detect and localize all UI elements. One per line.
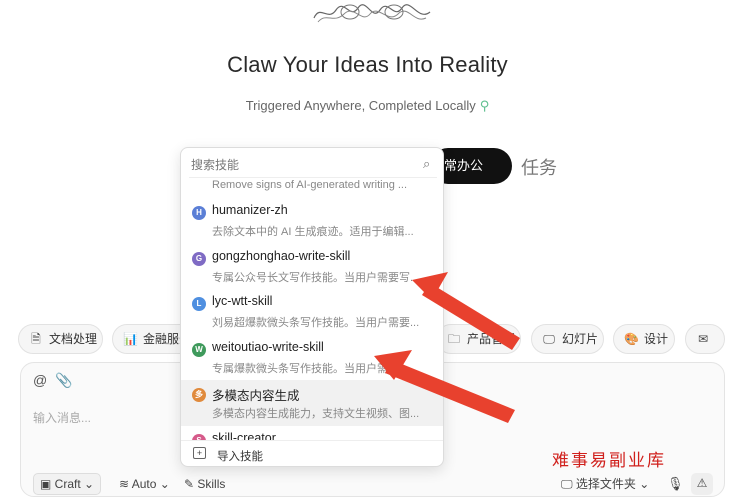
skill-name: weitoutiao-write-skill (212, 340, 324, 354)
folder-label: 选择文件夹 (575, 477, 636, 491)
skill-picker-dropdown: ⌕ Remove signs of AI-generated writing .… (180, 147, 444, 467)
skill-item[interactable]: Llyc-wtt-skill 刘易超爆款微头条写作技能。当用户需要... (181, 289, 443, 335)
skill-desc: 去除文本中的 AI 生成痕迹。适用于编辑... (212, 226, 414, 238)
auto-selector[interactable]: ≋ Auto ⌄ (119, 474, 170, 494)
chip-product[interactable]: 🗀 产品管理 (436, 324, 521, 354)
skill-name: humanizer-zh (212, 203, 288, 217)
chip-design[interactable]: 🎨 设计 (613, 324, 675, 354)
skills-label: Skills (197, 477, 226, 491)
skill-item[interactable]: Hhumanizer-zh 去除文本中的 AI 生成痕迹。适用于编辑... (181, 198, 443, 244)
chip-label: 幻灯片 (562, 332, 599, 346)
import-skill-button[interactable]: + 导入技能 (181, 440, 443, 466)
palette-icon: 🎨 (624, 332, 639, 346)
chart-icon: 📊 (123, 332, 138, 346)
skill-name: skill-creator (212, 431, 276, 440)
chip-mail[interactable]: ✉邮 (685, 324, 725, 354)
chip-document[interactable]: 🗎 文档处理 (18, 324, 103, 354)
mail-icon: ✉ (697, 332, 709, 346)
mode-task[interactable]: 任务 (521, 154, 557, 180)
chip-label: 设计 (644, 332, 669, 346)
chevron-down-icon: ⌄ (80, 477, 95, 491)
select-folder-button[interactable]: 🖵 选择文件夹 ⌄ (561, 474, 649, 494)
chevron-down-icon: ⌄ (156, 477, 170, 491)
warning-icon[interactable]: ⚠ (691, 473, 713, 495)
document-icon: 🗎 (31, 332, 41, 346)
skill-desc: 专属爆款微头条写作技能。当用户需... (212, 363, 398, 375)
folder-icon: 🗀 (447, 332, 460, 346)
slides-icon: 🖵 (543, 332, 555, 346)
skill-badge-icon: G (192, 252, 206, 266)
skill-badge-icon: 多 (192, 388, 206, 402)
import-icon: + (193, 447, 206, 459)
logo-illustration (313, 4, 431, 23)
craft-selector[interactable]: ▣ Craft ⌄ (33, 473, 102, 495)
skill-item[interactable]: Sskill-creator (181, 426, 443, 440)
hero-subtitle: Triggered Anywhere, Completed Locally ⚲ (0, 98, 735, 114)
skill-name: lyc-wtt-skill (212, 294, 273, 308)
message-input[interactable]: 输入消息... (33, 409, 91, 426)
skills-icon: ✎ (184, 477, 198, 491)
craft-label: Craft (54, 477, 81, 491)
auto-label: Auto (131, 477, 157, 491)
skill-desc: 多模态内容生成能力，支持文生视频、图... (212, 408, 420, 420)
previous-item-description: Remove signs of AI-generated writing ... (212, 179, 408, 191)
skill-badge-icon: W (192, 343, 206, 357)
chip-label: 产品管理 (467, 332, 516, 346)
chevron-down-icon: ⌄ (635, 477, 650, 491)
mention-icon[interactable]: @ (33, 372, 47, 388)
skill-desc: 刘易超爆款微头条写作技能。当用户需要... (212, 317, 420, 329)
import-skill-label: 导入技能 (217, 451, 263, 463)
layers-icon: ≋ (119, 477, 132, 491)
chip-slides[interactable]: 🖵 幻灯片 (531, 324, 604, 354)
skill-item[interactable]: Wweitoutiao-write-skill 专属爆款微头条写作技能。当用户需.… (181, 335, 443, 381)
skill-badge-icon: L (192, 297, 206, 311)
skill-item[interactable]: Ggongzhonghao-write-skill 专属公众号长文写作技能。当用户… (181, 244, 443, 290)
hero-subtitle-text: Triggered Anywhere, Completed Locally (245, 98, 476, 113)
attach-icon[interactable]: 📎 (55, 372, 72, 389)
skills-button[interactable]: ✎ Skills (184, 474, 225, 494)
skill-name: 多模态内容生成 (212, 389, 300, 403)
skill-desc: 专属公众号长文写作技能。当用户需要写... (212, 272, 420, 284)
search-icon: ⌕ (423, 156, 431, 171)
monitor-icon: 🖵 (561, 477, 576, 491)
microphone-icon[interactable]: 🎙 (667, 474, 684, 494)
watermark: 难事易副业库 (552, 451, 666, 471)
skill-list: Remove signs of AI-generated writing ...… (181, 178, 443, 440)
craft-icon: ▣ (40, 477, 55, 491)
skill-badge-icon: H (192, 206, 206, 220)
skill-search-input[interactable] (189, 152, 437, 178)
chip-label: 文档处理 (49, 332, 98, 346)
hero-title: Claw Your Ideas Into Reality (227, 52, 508, 77)
skill-item[interactable]: 多多模态内容生成多模态内容生成能力，支持文生视频、图... (181, 380, 443, 426)
skill-name: gongzhonghao-write-skill (212, 249, 351, 263)
map-pin-icon: ⚲ (479, 98, 490, 113)
